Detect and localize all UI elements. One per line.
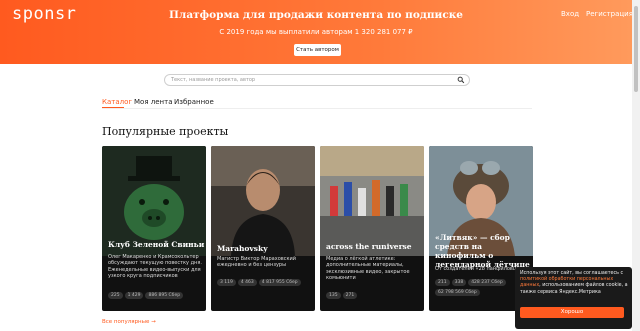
cookie-banner: Используя этот сайт, вы соглашаетесь с п…: [515, 267, 632, 329]
posts-count: 1 429: [124, 292, 144, 299]
card-description: Олег Макаренко и Крамсокольтер обсуждают…: [108, 254, 202, 280]
subscribers-count: 225: [108, 292, 123, 299]
card-stats: 225 1 429 886 895 Сбер: [108, 292, 184, 299]
card-description: Магистр Виктор Мараховский ежедневно и б…: [217, 256, 296, 269]
card-stats: 135 271: [326, 292, 358, 299]
posts-count: 338: [451, 279, 467, 286]
posts-count: 271: [342, 292, 358, 299]
card-title: across the runiverse: [326, 242, 412, 251]
project-card-across-runiverse[interactable]: across the runiverse Медиа о лёгкой атле…: [320, 146, 424, 311]
cookie-text: Используя этот сайт, вы соглашаетесь с п…: [520, 271, 628, 296]
scrollbar-thumb[interactable]: [634, 6, 638, 92]
collected-amount: 4 817 955 Сбер: [258, 279, 301, 286]
subscribers-count: 211: [435, 279, 450, 286]
author-portrait-image: [211, 146, 315, 256]
hero-subtitle: С 2019 года мы выплатили авторам 1 320 2…: [219, 28, 413, 36]
tab-my-feed[interactable]: Моя лента: [134, 98, 172, 106]
search-input[interactable]: Текст, название проекта, автор: [164, 74, 470, 86]
section-title: Популярные проекты: [102, 125, 229, 138]
card-title: Marahovsky: [217, 244, 268, 253]
hero-title: Платформа для продажи контента по подпис…: [169, 9, 463, 21]
cookie-accept-button[interactable]: Хорошо: [520, 307, 624, 318]
card-description: Медиа о лёгкой атлетике: дополнительные …: [326, 256, 410, 282]
collected-amount: 428 237 Сбер: [468, 279, 506, 286]
search-icon[interactable]: [457, 76, 465, 84]
project-card-marahovsky[interactable]: Marahovsky Магистр Виктор Мараховский еж…: [211, 146, 315, 311]
posts-count: 4 463: [237, 279, 257, 286]
collected-amount: 886 895 Сбер: [145, 292, 184, 299]
hero-banner: sponsr Платформа для продажи контента по…: [0, 0, 633, 64]
become-author-button[interactable]: Стать автором: [294, 44, 341, 56]
tab-favorites[interactable]: Избранное: [174, 98, 214, 106]
tab-catalog[interactable]: Каталог: [102, 98, 132, 106]
card-title: «Литвяк» — сбор средств на кинофильм о л…: [435, 233, 530, 269]
project-card-green-pig[interactable]: Клуб Зеленой Свиньи Олег Макаренко и Кра…: [102, 146, 206, 311]
tabs-divider: [102, 108, 532, 109]
cookie-text-before: Используя этот сайт, вы соглашаетесь с: [520, 271, 624, 276]
subscribers-count: 135: [326, 292, 341, 299]
card-stats: 3 119 4 463 4 817 955 Сбер: [217, 279, 309, 286]
register-link[interactable]: Регистрация: [586, 10, 633, 18]
login-link[interactable]: Вход: [561, 10, 579, 18]
active-tab-indicator: [102, 107, 124, 108]
runners-image: [320, 146, 424, 256]
card-title: Клуб Зеленой Свиньи: [108, 240, 205, 249]
subscribers-count: 3 119: [217, 279, 236, 286]
search-placeholder: Текст, название проекта, автор: [171, 77, 256, 83]
collected-amount-total: 62 798 569 Сбер: [435, 289, 480, 296]
all-popular-link[interactable]: Все популярные →: [102, 319, 156, 325]
